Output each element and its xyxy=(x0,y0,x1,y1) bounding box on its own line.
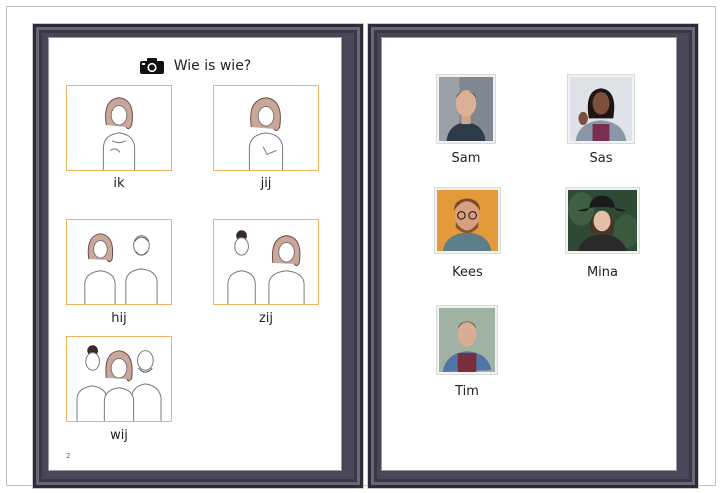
left-page: Wie is wie? ik jij hij zij wij 2 xyxy=(49,38,341,470)
pronoun-picture-jij xyxy=(213,85,319,171)
page-number: 2 xyxy=(66,452,71,460)
pronoun-label: wij xyxy=(110,428,128,443)
person-name: Mina xyxy=(586,265,619,280)
worksheet-spread: Wie is wie? ik jij hij zij wij 2 Sam Sas… xyxy=(6,6,716,488)
person-photo-sas xyxy=(568,75,634,143)
left-page-frame: Wie is wie? ik jij hij zij wij 2 xyxy=(33,24,363,488)
right-page: Sam Sas Kees Mina Tim xyxy=(382,38,676,470)
camera-icon xyxy=(139,57,165,75)
person-photo-tim xyxy=(437,306,497,374)
pronoun-label: hij xyxy=(111,311,127,326)
pronoun-picture-hij xyxy=(66,219,172,305)
person-name: Kees xyxy=(452,265,483,280)
person-name: Sam xyxy=(451,151,481,166)
person-photo-mina xyxy=(566,188,639,253)
person-name: Sas xyxy=(589,151,613,166)
right-page-frame: Sam Sas Kees Mina Tim xyxy=(368,24,698,488)
page-header: Wie is wie? xyxy=(49,55,341,77)
pronoun-picture-zij xyxy=(213,219,319,305)
page-title: Wie is wie? xyxy=(173,58,252,74)
pronoun-label: jij xyxy=(260,176,272,191)
pronoun-label: ik xyxy=(113,176,125,191)
pronoun-picture-wij xyxy=(66,336,172,422)
person-photo-sam xyxy=(437,75,495,143)
person-name: Tim xyxy=(455,384,479,399)
person-photo-kees xyxy=(435,188,500,253)
pronoun-label: zij xyxy=(258,311,274,326)
pronoun-picture-ik xyxy=(66,85,172,171)
